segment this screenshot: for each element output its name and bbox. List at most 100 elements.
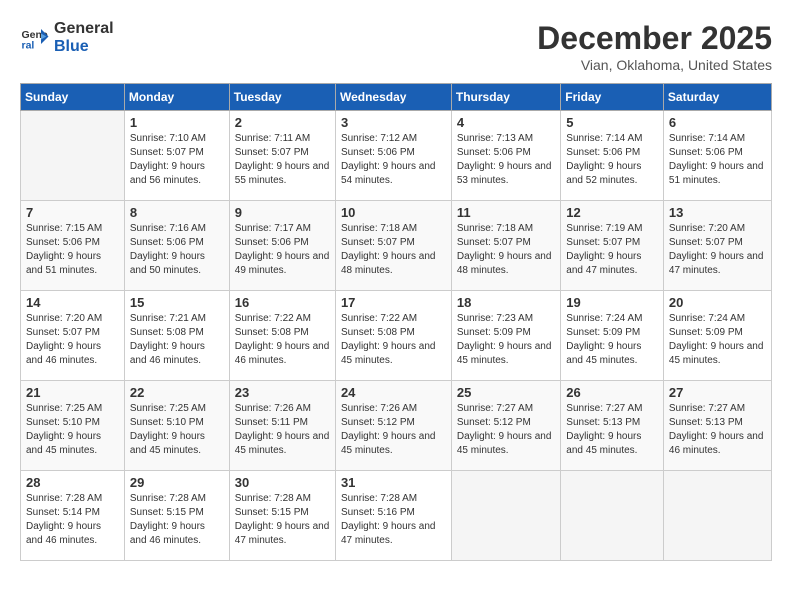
calendar-cell — [451, 471, 560, 561]
day-info: Sunrise: 7:22 AMSunset: 5:08 PMDaylight:… — [341, 312, 446, 368]
calendar-cell — [21, 111, 125, 201]
title-block: December 2025 Vian, Oklahoma, United Sta… — [537, 20, 772, 73]
day-info: Sunrise: 7:25 AMSunset: 5:10 PMDaylight:… — [26, 402, 119, 458]
day-number: 18 — [457, 295, 555, 310]
day-number: 8 — [130, 205, 224, 220]
calendar-cell: 6 Sunrise: 7:14 AMSunset: 5:06 PMDaylight… — [663, 111, 771, 201]
day-number: 6 — [669, 115, 766, 130]
logo: Gene ral General Blue — [20, 20, 114, 56]
calendar-cell: 10 Sunrise: 7:18 AMSunset: 5:07 PMDayligh… — [335, 201, 451, 291]
day-number: 4 — [457, 115, 555, 130]
month-title: December 2025 — [537, 20, 772, 57]
day-info: Sunrise: 7:18 AMSunset: 5:07 PMDaylight:… — [341, 222, 446, 278]
day-number: 26 — [566, 385, 658, 400]
day-info: Sunrise: 7:16 AMSunset: 5:06 PMDaylight:… — [130, 222, 224, 278]
day-number: 12 — [566, 205, 658, 220]
day-info: Sunrise: 7:27 AMSunset: 5:12 PMDaylight:… — [457, 402, 555, 458]
calendar-cell: 20Sunrise: 7:24 AMSunset: 5:09 PMDayligh… — [663, 291, 771, 381]
day-info: Sunrise: 7:20 AMSunset: 5:07 PMDaylight:… — [669, 222, 766, 278]
day-number: 27 — [669, 385, 766, 400]
calendar-cell: 24 Sunrise: 7:26 AMSunset: 5:12 PMDayligh… — [335, 381, 451, 471]
day-info: Sunrise: 7:24 AMSunset: 5:09 PMDaylight:… — [669, 312, 766, 368]
calendar-cell: 8 Sunrise: 7:16 AMSunset: 5:06 PMDaylight… — [124, 201, 229, 291]
page-header: Gene ral General Blue December 2025 Vian… — [20, 20, 772, 73]
day-number: 9 — [235, 205, 330, 220]
calendar-cell: 26Sunrise: 7:27 AMSunset: 5:13 PMDayligh… — [561, 381, 664, 471]
calendar-cell: 29Sunrise: 7:28 AMSunset: 5:15 PMDayligh… — [124, 471, 229, 561]
day-info: Sunrise: 7:13 AMSunset: 5:06 PMDaylight:… — [457, 132, 555, 188]
calendar-cell: 30Sunrise: 7:28 AMSunset: 5:15 PMDayligh… — [229, 471, 335, 561]
day-info: Sunrise: 7:28 AMSunset: 5:15 PMDaylight:… — [235, 492, 330, 548]
day-number: 13 — [669, 205, 766, 220]
calendar-cell — [663, 471, 771, 561]
day-info: Sunrise: 7:10 AMSunset: 5:07 PMDaylight:… — [130, 132, 224, 188]
header-row: SundayMondayTuesdayWednesdayThursdayFrid… — [21, 84, 772, 111]
day-info: Sunrise: 7:26 AMSunset: 5:12 PMDaylight:… — [341, 402, 446, 458]
col-header-friday: Friday — [561, 84, 664, 111]
day-info: Sunrise: 7:21 AMSunset: 5:08 PMDaylight:… — [130, 312, 224, 368]
day-number: 5 — [566, 115, 658, 130]
calendar-cell: 18 Sunrise: 7:23 AMSunset: 5:09 PMDayligh… — [451, 291, 560, 381]
day-number: 1 — [130, 115, 224, 130]
calendar-cell: 12 Sunrise: 7:19 AMSunset: 5:07 PMDayligh… — [561, 201, 664, 291]
day-number: 24 — [341, 385, 446, 400]
day-number: 3 — [341, 115, 446, 130]
calendar-cell — [561, 471, 664, 561]
day-number: 21 — [26, 385, 119, 400]
day-info: Sunrise: 7:27 AMSunset: 5:13 PMDaylight:… — [669, 402, 766, 458]
svg-text:ral: ral — [22, 40, 35, 52]
calendar-cell: 23 Sunrise: 7:26 AMSunset: 5:11 PMDayligh… — [229, 381, 335, 471]
calendar-cell: 1 Sunrise: 7:10 AMSunset: 5:07 PMDaylight… — [124, 111, 229, 201]
col-header-wednesday: Wednesday — [335, 84, 451, 111]
calendar-cell: 5Sunrise: 7:14 AMSunset: 5:06 PMDaylight… — [561, 111, 664, 201]
col-header-monday: Monday — [124, 84, 229, 111]
day-number: 15 — [130, 295, 224, 310]
calendar-cell: 28 Sunrise: 7:28 AMSunset: 5:14 PMDayligh… — [21, 471, 125, 561]
day-number: 10 — [341, 205, 446, 220]
day-number: 7 — [26, 205, 119, 220]
calendar-cell: 3 Sunrise: 7:12 AMSunset: 5:06 PMDaylight… — [335, 111, 451, 201]
logo-line2: Blue — [54, 38, 114, 56]
day-number: 22 — [130, 385, 224, 400]
day-info: Sunrise: 7:23 AMSunset: 5:09 PMDaylight:… — [457, 312, 555, 368]
day-number: 23 — [235, 385, 330, 400]
calendar-cell: 15 Sunrise: 7:21 AMSunset: 5:08 PMDayligh… — [124, 291, 229, 381]
day-info: Sunrise: 7:18 AMSunset: 5:07 PMDaylight:… — [457, 222, 555, 278]
calendar-cell: 9 Sunrise: 7:17 AMSunset: 5:06 PMDaylight… — [229, 201, 335, 291]
day-info: Sunrise: 7:28 AMSunset: 5:14 PMDaylight:… — [26, 492, 119, 548]
calendar-cell: 14Sunrise: 7:20 AMSunset: 5:07 PMDayligh… — [21, 291, 125, 381]
calendar-cell: 13 Sunrise: 7:20 AMSunset: 5:07 PMDayligh… — [663, 201, 771, 291]
calendar-cell: 4 Sunrise: 7:13 AMSunset: 5:06 PMDaylight… — [451, 111, 560, 201]
calendar-cell: 2Sunrise: 7:11 AMSunset: 5:07 PMDaylight… — [229, 111, 335, 201]
day-info: Sunrise: 7:28 AMSunset: 5:15 PMDaylight:… — [130, 492, 224, 548]
day-number: 2 — [235, 115, 330, 130]
calendar-cell: 21 Sunrise: 7:25 AMSunset: 5:10 PMDayligh… — [21, 381, 125, 471]
day-number: 28 — [26, 475, 119, 490]
day-info: Sunrise: 7:22 AMSunset: 5:08 PMDaylight:… — [235, 312, 330, 368]
calendar-cell: 11 Sunrise: 7:18 AMSunset: 5:07 PMDayligh… — [451, 201, 560, 291]
week-row-5: 28 Sunrise: 7:28 AMSunset: 5:14 PMDayligh… — [21, 471, 772, 561]
day-number: 25 — [457, 385, 555, 400]
day-info: Sunrise: 7:19 AMSunset: 5:07 PMDaylight:… — [566, 222, 658, 278]
calendar-table: SundayMondayTuesdayWednesdayThursdayFrid… — [20, 83, 772, 561]
location-subtitle: Vian, Oklahoma, United States — [537, 57, 772, 73]
week-row-2: 7Sunrise: 7:15 AMSunset: 5:06 PMDaylight… — [21, 201, 772, 291]
logo-icon: Gene ral — [20, 23, 50, 53]
week-row-3: 14Sunrise: 7:20 AMSunset: 5:07 PMDayligh… — [21, 291, 772, 381]
week-row-4: 21 Sunrise: 7:25 AMSunset: 5:10 PMDayligh… — [21, 381, 772, 471]
day-info: Sunrise: 7:28 AMSunset: 5:16 PMDaylight:… — [341, 492, 446, 548]
day-info: Sunrise: 7:26 AMSunset: 5:11 PMDaylight:… — [235, 402, 330, 458]
col-header-thursday: Thursday — [451, 84, 560, 111]
day-info: Sunrise: 7:17 AMSunset: 5:06 PMDaylight:… — [235, 222, 330, 278]
calendar-cell: 22Sunrise: 7:25 AMSunset: 5:10 PMDayligh… — [124, 381, 229, 471]
day-number: 19 — [566, 295, 658, 310]
day-number: 16 — [235, 295, 330, 310]
calendar-cell: 27 Sunrise: 7:27 AMSunset: 5:13 PMDayligh… — [663, 381, 771, 471]
week-row-1: 1 Sunrise: 7:10 AMSunset: 5:07 PMDaylight… — [21, 111, 772, 201]
day-number: 11 — [457, 205, 555, 220]
calendar-cell: 19 Sunrise: 7:24 AMSunset: 5:09 PMDayligh… — [561, 291, 664, 381]
day-info: Sunrise: 7:14 AMSunset: 5:06 PMDaylight:… — [669, 132, 766, 188]
day-info: Sunrise: 7:12 AMSunset: 5:06 PMDaylight:… — [341, 132, 446, 188]
day-info: Sunrise: 7:24 AMSunset: 5:09 PMDaylight:… — [566, 312, 658, 368]
calendar-cell: 17Sunrise: 7:22 AMSunset: 5:08 PMDayligh… — [335, 291, 451, 381]
